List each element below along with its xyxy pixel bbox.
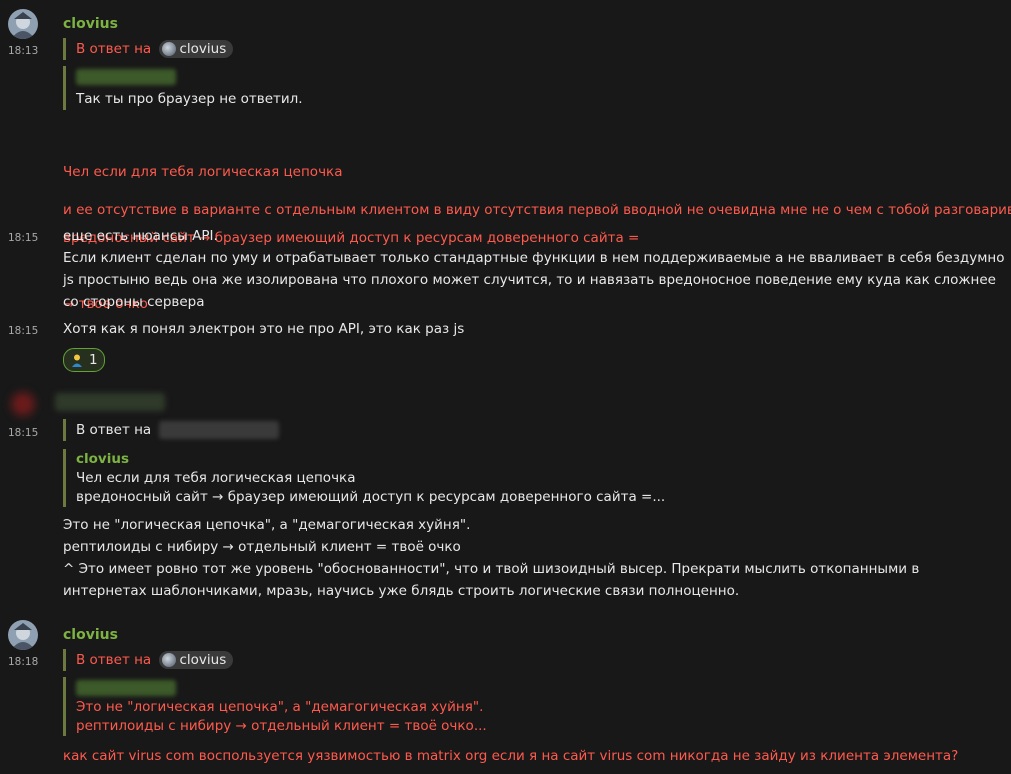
reply-header[interactable]: В ответ на clovius	[63, 38, 234, 60]
message-body: Хотя как я понял электрон это не про API…	[63, 321, 465, 337]
message-body: Это не "логическая цепочка", а "демагоги…	[63, 517, 920, 599]
pill-avatar-icon	[161, 42, 176, 56]
quoted-message[interactable]: clovius Чел если для тебя логическая цеп…	[63, 449, 665, 507]
quoted-text: Это не "логическая цепочка", а "демагоги…	[76, 699, 487, 734]
quoted-text: Чел если для тебя логическая цепочка вре…	[76, 470, 666, 505]
avatar[interactable]	[8, 620, 38, 650]
sender-name[interactable]: clovius	[63, 13, 118, 35]
timestamp: 18:13	[8, 45, 39, 57]
timestamp: 18:15	[8, 325, 39, 337]
reaction-count: 1	[89, 352, 98, 368]
quoted-text: Так ты про браузер не ответил.	[76, 91, 303, 107]
reply-user-pill[interactable]: clovius	[158, 651, 234, 669]
reply-header[interactable]: В ответ на	[63, 419, 279, 441]
reply-prefix: В ответ на	[76, 422, 152, 438]
reply-user-pill[interactable]: clovius	[158, 40, 234, 58]
person-shrug-emoji-icon	[72, 354, 82, 367]
reply-prefix: В ответ на	[76, 652, 152, 668]
avatar[interactable]	[8, 9, 38, 39]
pill-avatar-icon	[161, 653, 176, 667]
quoted-sender: clovius	[76, 451, 129, 467]
quoted-message[interactable]: Так ты про браузер не ответил.	[63, 66, 303, 110]
redacted-reply-user[interactable]	[158, 421, 279, 439]
timestamp: 18:15	[8, 232, 39, 244]
redacted-sender	[76, 680, 176, 696]
message-body: еще есть нюансы API. Если клиент сделан …	[63, 228, 1005, 310]
reply-user-name: clovius	[179, 41, 227, 57]
reaction-button[interactable]: 1	[63, 348, 105, 372]
message-body: и ее отсутствие в варианте с отдельным к…	[63, 202, 1011, 218]
timestamp: 18:15	[8, 427, 39, 439]
reply-header[interactable]: В ответ на clovius	[63, 649, 234, 671]
reply-user-name: clovius	[179, 652, 227, 668]
sender-name[interactable]: clovius	[63, 624, 118, 646]
message-body: как сайт virus com воспользуется уязвимо…	[63, 748, 959, 764]
timestamp: 18:18	[8, 656, 39, 668]
avatar[interactable]	[8, 389, 38, 419]
redacted-sender	[76, 69, 176, 85]
quoted-message[interactable]: Это не "логическая цепочка", а "демагоги…	[63, 677, 487, 736]
reply-prefix: В ответ на	[76, 41, 152, 57]
redacted-sender-name	[55, 393, 165, 411]
